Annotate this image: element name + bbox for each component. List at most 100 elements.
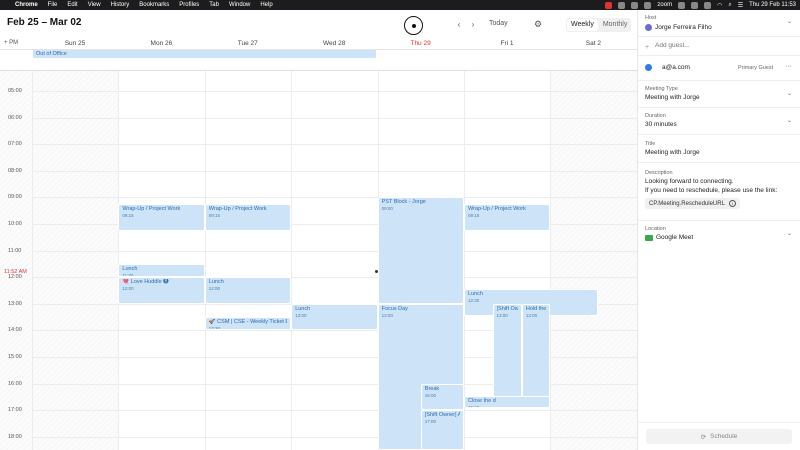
menu-view[interactable]: View <box>88 2 101 8</box>
record-icon[interactable] <box>605 1 613 9</box>
day-header-fri-1[interactable]: Fri 1 <box>464 40 550 47</box>
chevron-down-icon[interactable]: ⌄ <box>787 117 792 124</box>
plus-icon: + <box>645 44 650 51</box>
reschedule-url-chip[interactable]: CP.Meeting.RescheduleURL i <box>645 198 740 209</box>
day-header-row: + PM Sun 25 Mon 26 Tue 27 Wed 28 Thu 29 Fri 1… <box>0 38 637 50</box>
menu-help[interactable]: Help <box>260 2 272 8</box>
menu-history[interactable]: History <box>111 2 130 8</box>
extension-icon[interactable] <box>631 1 639 9</box>
description-line-2[interactable]: If you need to reschedule, please use th… <box>645 187 777 194</box>
menu-chrome[interactable]: Chrome <box>15 2 38 8</box>
hour-label: 05:00 <box>8 88 22 94</box>
menu-clock[interactable]: Thu 29 Feb 11:53 <box>749 2 796 8</box>
event-time: 09:15 <box>468 213 480 219</box>
menu-profiles[interactable]: Profiles <box>179 2 199 8</box>
event-title: Wrap-Up / Project Work <box>208 206 267 213</box>
hour-label: 17:00 <box>8 407 22 414</box>
description-label: Description <box>645 170 673 176</box>
event-time: 16:00 <box>424 392 437 398</box>
event-title: Break <box>424 385 440 392</box>
next-week-button[interactable]: › <box>467 19 479 31</box>
description-line-1[interactable]: Looking forward to connecting. <box>645 178 734 185</box>
hour-label: 12:00 <box>8 274 22 281</box>
timezone-label[interactable]: + PM <box>4 40 18 46</box>
chevron-down-icon[interactable]: ⌄ <box>787 18 792 25</box>
hour-label: 08:00 <box>8 167 22 174</box>
mouse-cursor-icon <box>404 16 423 35</box>
divider <box>638 80 800 81</box>
duration-select[interactable]: 30 minutes <box>645 121 677 128</box>
hour-label: 15:00 <box>8 354 22 360</box>
meeting-type-label: Meeting Type <box>645 86 678 92</box>
title-input[interactable]: Meeting with Jorge <box>645 149 700 156</box>
extension-icon[interactable] <box>704 1 712 9</box>
extension-icon[interactable] <box>678 1 686 9</box>
duration-label: Duration <box>645 113 666 119</box>
event-title: [Shift Owner] AM <box>424 412 460 419</box>
location-select[interactable]: Google Meet <box>656 234 693 241</box>
control-center-icon[interactable]: ☰ <box>738 2 743 9</box>
calendar-event[interactable]: Lunch 11:30 <box>118 263 205 278</box>
calendar-event[interactable]: Close the d 16:30 <box>464 395 551 408</box>
calendar-event[interactable]: Wrap-Up / Project Work 09:15 <box>204 204 292 231</box>
search-icon[interactable]: ⌕ <box>728 2 731 9</box>
day-column-shade <box>550 71 637 450</box>
hour-label: 07:00 <box>8 141 22 148</box>
all-day-event[interactable]: Out of Office <box>33 50 376 58</box>
event-title: Lunch <box>122 265 138 272</box>
meeting-type-select[interactable]: Meeting with Jorge <box>645 94 700 101</box>
calendar-event[interactable]: Lunch 13:00 <box>291 303 378 331</box>
event-title: [Shift Owner] AM <box>496 305 518 312</box>
calendar-event[interactable]: 💘 Love Huddle 🅑 12:00 <box>118 277 205 304</box>
divider <box>638 55 800 56</box>
chevron-down-icon[interactable]: ⌄ <box>787 230 792 237</box>
weekly-view-tab[interactable]: Weekly <box>567 19 598 31</box>
calendar-event[interactable]: Hold the C13:00 <box>521 303 551 405</box>
menu-window[interactable]: Window <box>229 2 250 8</box>
add-guest-input[interactable] <box>655 42 785 49</box>
calendar-event[interactable]: Wrap-Up / Project Work 09:15 <box>464 204 551 231</box>
calendar-event[interactable]: [Shift Owner] AM17:00 <box>420 410 464 450</box>
extension-icon[interactable] <box>644 1 652 9</box>
extension-icon[interactable] <box>618 1 626 9</box>
calendar-event[interactable]: PST Block - Jorge 09:00 <box>377 197 464 304</box>
chevron-down-icon[interactable]: ⌄ <box>787 90 792 97</box>
divider <box>638 36 800 37</box>
info-icon[interactable]: i <box>728 200 736 207</box>
more-options-icon[interactable]: ··· <box>785 63 792 70</box>
day-header-wed-28[interactable]: Wed 28 <box>291 40 377 47</box>
host-label: Host <box>645 15 657 21</box>
calendar-event[interactable]: Lunch 12:00 <box>204 277 292 304</box>
menu-tab[interactable]: Tab <box>209 2 219 8</box>
event-time: 12:00 <box>208 286 221 292</box>
calendar-event[interactable]: 🚀 CSM | CSE - Weekly Ticket Esc 13:30 <box>204 317 292 331</box>
column-divider <box>204 71 206 450</box>
previous-week-button[interactable]: ‹ <box>453 19 465 31</box>
menu-edit[interactable]: Edit <box>67 2 77 8</box>
day-header-sun-25[interactable]: Sun 25 <box>32 40 118 47</box>
wifi-icon[interactable]: ◠ <box>717 2 722 9</box>
menu-file[interactable]: File <box>48 2 58 8</box>
divider <box>638 107 800 108</box>
settings-button[interactable]: ⚙ <box>531 17 545 31</box>
day-header-sat-2[interactable]: Sat 2 <box>550 40 636 47</box>
monthly-view-tab[interactable]: Monthly <box>599 18 632 32</box>
calendar-event[interactable]: [Shift Owner] AM13:00 <box>492 303 522 405</box>
hour-label: 10:00 <box>8 221 22 227</box>
view-toggle: Weekly Monthly <box>566 18 632 32</box>
google-meet-icon <box>645 235 653 241</box>
event-time: 17:00 <box>424 419 437 425</box>
calendar-event[interactable]: Break 16:00 <box>420 383 464 411</box>
day-header-tue-27[interactable]: Tue 27 <box>205 40 291 47</box>
menu-bookmarks[interactable]: Bookmarks <box>139 2 169 8</box>
schedule-button[interactable]: ⟳ Schedule <box>646 429 792 444</box>
extension-icon[interactable] <box>691 1 699 9</box>
calendar-event[interactable]: Wrap-Up / Project Work 09:15 <box>118 204 205 231</box>
day-column-shade <box>32 71 119 450</box>
today-button[interactable]: Today <box>484 18 513 29</box>
event-title: PST Block - Jorge <box>381 199 426 206</box>
day-header-thu-29[interactable]: Thu 29 <box>378 40 464 47</box>
zoom-menu[interactable]: zoom <box>657 2 672 8</box>
host-name[interactable]: Jorge Ferreira Filho <box>655 24 712 31</box>
day-header-mon-26[interactable]: Mon 26 <box>118 40 204 47</box>
